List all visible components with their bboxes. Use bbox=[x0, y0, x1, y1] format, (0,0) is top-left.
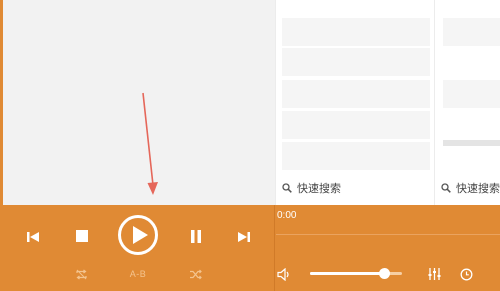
annotation-arrow bbox=[142, 92, 158, 195]
